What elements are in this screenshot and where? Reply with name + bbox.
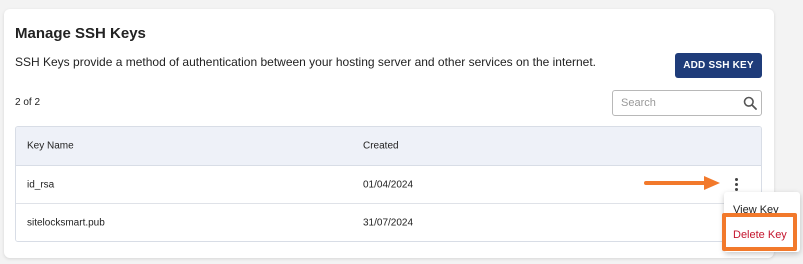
search-icon[interactable] — [743, 96, 757, 110]
created-date-cell: 01/04/2024 — [363, 179, 414, 190]
table-row: sitelocksmart.pub 31/07/2024 — [16, 204, 761, 241]
search-box[interactable] — [612, 90, 762, 116]
annotation-highlight-box — [722, 213, 797, 251]
search-input[interactable] — [621, 97, 739, 109]
add-ssh-key-button[interactable]: ADD SSH KEY — [675, 53, 762, 78]
column-header-created: Created — [363, 140, 399, 152]
key-name-cell: sitelocksmart.pub — [27, 217, 105, 229]
created-date-cell: 31/07/2024 — [363, 217, 414, 229]
annotation-arrow-icon — [644, 176, 720, 190]
page-description: SSH Keys provide a method of authenticat… — [15, 55, 597, 69]
column-header-key-name: Key Name — [27, 140, 74, 152]
result-count: 2 of 2 — [15, 97, 41, 108]
page-title: Manage SSH Keys — [15, 25, 146, 42]
table-header: Key Name Created — [16, 127, 761, 166]
key-name-cell: id_rsa — [27, 179, 55, 190]
ssh-keys-card: Manage SSH Keys SSH Keys provide a metho… — [4, 9, 774, 258]
row-actions-menu-icon[interactable] — [729, 176, 743, 194]
